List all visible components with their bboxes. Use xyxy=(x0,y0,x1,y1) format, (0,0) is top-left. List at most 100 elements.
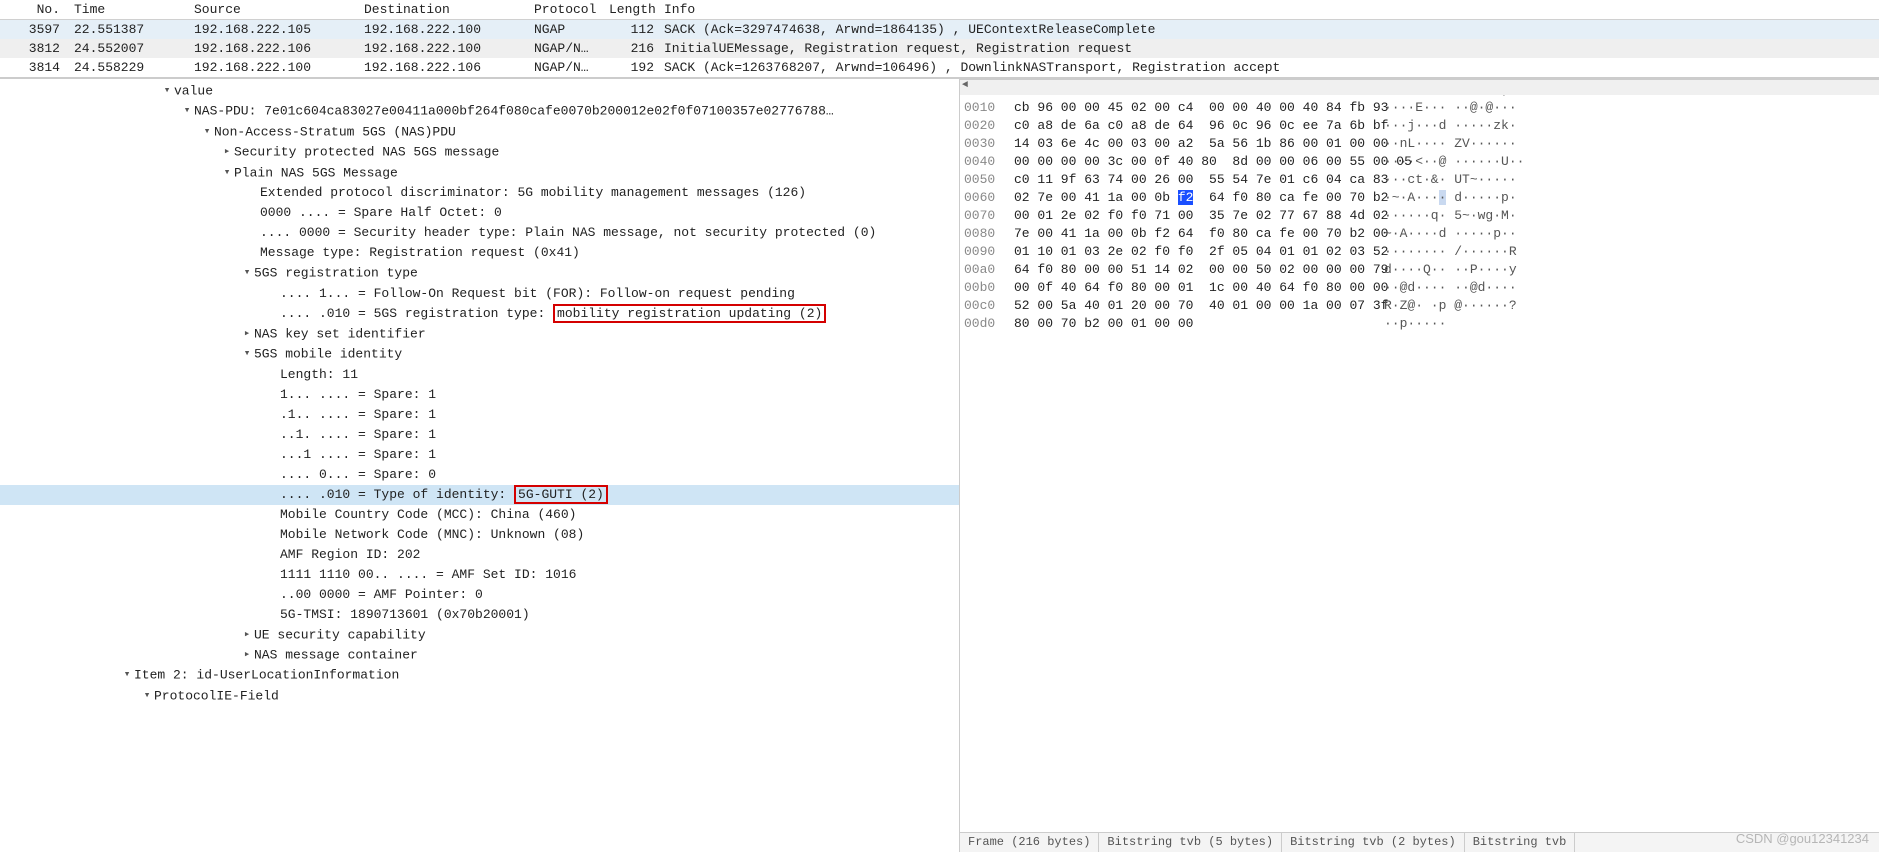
hex-offset: 0020 xyxy=(964,117,1014,135)
highlight-reg-type: mobility registration updating (2) xyxy=(553,304,826,323)
tree-amf-pointer[interactable]: ..00 0000 = AMF Pointer: 0 xyxy=(0,585,959,605)
hex-bytes: 52 00 5a 40 01 20 00 70 40 01 00 00 1a 0… xyxy=(1014,297,1384,315)
tree-5g-tmsi[interactable]: 5G-TMSI: 1890713601 (0x70b20001) xyxy=(0,605,959,625)
bytes-horizontal-scrollbar[interactable] xyxy=(960,79,1879,95)
packet-cell-no: 3814 xyxy=(0,58,70,77)
bytes-tab-bitstr5[interactable]: Bitstring tvb (5 bytes) xyxy=(1099,833,1282,852)
chevron-down-icon: ▾ xyxy=(240,263,254,283)
hex-ascii: ···j···d ·····zk· xyxy=(1384,117,1875,135)
bytes-tab-frame[interactable]: Frame (216 bytes) xyxy=(960,833,1099,852)
packet-row[interactable]: 381224.552007192.168.222.106192.168.222.… xyxy=(0,39,1879,58)
tree-item2-userloc[interactable]: ▾Item 2: id-UserLocationInformation xyxy=(0,665,959,685)
chevron-down-icon: ▾ xyxy=(180,101,194,121)
hex-row[interactable]: 00c052 00 5a 40 01 20 00 70 40 01 00 00 … xyxy=(964,297,1875,315)
packet-cell-len: 216 xyxy=(605,39,660,58)
tree-nas-stratum[interactable]: ▾Non-Access-Stratum 5GS (NAS)PDU xyxy=(0,122,959,142)
chevron-down-icon: ▾ xyxy=(160,81,174,101)
tree-nas-pdu[interactable]: ▾NAS-PDU: 7e01c604ca83027e00411a000bf264… xyxy=(0,101,959,121)
packet-cell-dst: 192.168.222.100 xyxy=(360,39,530,58)
hex-ascii: R·Z@· ·p @······? xyxy=(1384,297,1875,315)
col-header-time[interactable]: Time xyxy=(70,0,190,19)
tree-mi-spare1[interactable]: 1... .... = Spare: 1 xyxy=(0,385,959,405)
hex-bytes: 01 10 01 03 2e 02 f0 f0 2f 05 04 01 01 0… xyxy=(1014,243,1384,261)
col-header-destination[interactable]: Destination xyxy=(360,0,530,19)
tree-spare-half-octet[interactable]: 0000 .... = Spare Half Octet: 0 xyxy=(0,203,959,223)
tree-mcc[interactable]: Mobile Country Code (MCC): China (460) xyxy=(0,505,959,525)
col-header-source[interactable]: Source xyxy=(190,0,360,19)
hex-row[interactable]: 0020c0 a8 de 6a c0 a8 de 64 96 0c 96 0c … xyxy=(964,117,1875,135)
hex-row[interactable]: 009001 10 01 03 2e 02 f0 f0 2f 05 04 01 … xyxy=(964,243,1875,261)
hex-row[interactable]: 004000 00 00 00 3c 00 0f 40 80 8d 00 00 … xyxy=(964,153,1875,171)
highlight-identity-type: 5G-GUTI (2) xyxy=(514,485,608,504)
hex-offset: 0060 xyxy=(964,189,1014,207)
chevron-down-icon: ▾ xyxy=(220,163,234,183)
bytes-tab-bitstr2[interactable]: Bitstring tvb (2 bytes) xyxy=(1282,833,1465,852)
chevron-right-icon: ▸ xyxy=(240,625,254,645)
packet-row[interactable]: 381424.558229192.168.222.100192.168.222.… xyxy=(0,58,1879,77)
col-header-info[interactable]: Info xyxy=(660,0,1879,19)
chevron-right-icon: ▸ xyxy=(220,142,234,162)
hex-offset: 0040 xyxy=(964,153,1014,171)
hex-row[interactable]: 00d080 00 70 b2 00 01 00 00··p····· xyxy=(964,315,1875,333)
tree-mi-spare3[interactable]: ..1. .... = Spare: 1 xyxy=(0,425,959,445)
hex-row[interactable]: 006002 7e 00 41 1a 00 0b f2 64 f0 80 ca … xyxy=(964,189,1875,207)
tree-message-type[interactable]: Message type: Registration request (0x41… xyxy=(0,243,959,263)
packet-cell-proto: NGAP/N… xyxy=(530,39,605,58)
chevron-down-icon: ▾ xyxy=(240,344,254,364)
tree-mi-spare4[interactable]: ...1 .... = Spare: 1 xyxy=(0,445,959,465)
tree-ue-sec-cap[interactable]: ▸UE security capability xyxy=(0,625,959,645)
hex-row[interactable]: 0050c0 11 9f 63 74 00 26 00 55 54 7e 01 … xyxy=(964,171,1875,189)
tree-follow-on-req[interactable]: .... 1... = Follow-On Request bit (FOR):… xyxy=(0,284,959,304)
hex-row[interactable]: 0010cb 96 00 00 45 02 00 c4 00 00 40 00 … xyxy=(964,99,1875,117)
tree-mnc[interactable]: Mobile Network Code (MNC): Unknown (08) xyxy=(0,525,959,545)
packet-details-pane[interactable]: ▾value ▾NAS-PDU: 7e01c604ca83027e00411a0… xyxy=(0,79,960,852)
tree-plain-nas[interactable]: ▾Plain NAS 5GS Message xyxy=(0,163,959,183)
tree-ext-proto-disc[interactable]: Extended protocol discriminator: 5G mobi… xyxy=(0,183,959,203)
col-header-protocol[interactable]: Protocol xyxy=(530,0,605,19)
hex-bytes: 14 03 6e 4c 00 03 00 a2 5a 56 1b 86 00 0… xyxy=(1014,135,1384,153)
hex-ascii: ···ct·&· UT~····· xyxy=(1384,171,1875,189)
packet-list[interactable]: No. Time Source Destination Protocol Len… xyxy=(0,0,1879,78)
hex-row[interactable]: 007000 01 2e 02 f0 f0 71 00 35 7e 02 77 … xyxy=(964,207,1875,225)
col-header-length[interactable]: Length xyxy=(605,0,660,19)
hex-ascii: ······q· 5~·wg·M· xyxy=(1384,207,1875,225)
hex-row[interactable]: 003014 03 6e 4c 00 03 00 a2 5a 56 1b 86 … xyxy=(964,135,1875,153)
col-header-no[interactable]: No. xyxy=(0,0,70,19)
tree-type-of-identity[interactable]: .... .010 = Type of identity: 5G-GUTI (2… xyxy=(0,485,959,505)
packet-row[interactable]: 359722.551387192.168.222.105192.168.222.… xyxy=(0,20,1879,39)
tree-sec-protected[interactable]: ▸Security protected NAS 5GS message xyxy=(0,142,959,162)
tree-amf-set-id[interactable]: 1111 1110 00.. .... = AMF Set ID: 1016 xyxy=(0,565,959,585)
hex-row[interactable]: 00a064 f0 80 00 00 51 14 02 00 00 50 02 … xyxy=(964,261,1875,279)
tree-value[interactable]: ▾value xyxy=(0,81,959,101)
hex-bytes: cb 96 00 00 45 02 00 c4 00 00 40 00 40 8… xyxy=(1014,99,1384,117)
tree-5gs-reg-type[interactable]: ▾5GS registration type xyxy=(0,263,959,283)
hex-ascii: ··nL···· ZV······ xyxy=(1384,135,1875,153)
packet-cell-no: 3812 xyxy=(0,39,70,58)
hex-row[interactable]: 00807e 00 41 1a 00 0b f2 64 f0 80 ca fe … xyxy=(964,225,1875,243)
chevron-right-icon: ▸ xyxy=(240,324,254,344)
tree-amf-region[interactable]: AMF Region ID: 202 xyxy=(0,545,959,565)
tree-protocolie-field[interactable]: ▾ProtocolIE-Field xyxy=(0,686,959,706)
tree-nas-key-set[interactable]: ▸NAS key set identifier xyxy=(0,324,959,344)
hex-offset: 00d0 xyxy=(964,315,1014,333)
hex-bytes: 80 00 70 b2 00 01 00 00 xyxy=(1014,315,1384,333)
hex-ascii: ··@d···· ··@d···· xyxy=(1384,279,1875,297)
hex-bytes: 7e 00 41 1a 00 0b f2 64 f0 80 ca fe 00 7… xyxy=(1014,225,1384,243)
packet-cell-src: 192.168.222.106 xyxy=(190,39,360,58)
hex-bytes: 64 f0 80 00 00 51 14 02 00 00 50 02 00 0… xyxy=(1014,261,1384,279)
tree-mi-length[interactable]: Length: 11 xyxy=(0,365,959,385)
tree-mi-spare5[interactable]: .... 0... = Spare: 0 xyxy=(0,465,959,485)
packet-bytes-pane[interactable]: 000008 00 00 00 00 00 00 07 00 01 00 06 … xyxy=(960,79,1879,852)
tree-sec-header-type[interactable]: .... 0000 = Security header type: Plain … xyxy=(0,223,959,243)
tree-nas-msg-container[interactable]: ▸NAS message container xyxy=(0,645,959,665)
packet-list-header[interactable]: No. Time Source Destination Protocol Len… xyxy=(0,0,1879,20)
hex-row[interactable]: 00b000 0f 40 64 f0 80 00 01 1c 00 40 64 … xyxy=(964,279,1875,297)
packet-cell-dst: 192.168.222.100 xyxy=(360,20,530,39)
hex-offset: 0030 xyxy=(964,135,1014,153)
tree-5gs-reg-type-value[interactable]: .... .010 = 5GS registration type: mobil… xyxy=(0,304,959,324)
tree-5gs-mobile-identity[interactable]: ▾5GS mobile identity xyxy=(0,344,959,364)
tree-mi-spare2[interactable]: .1.. .... = Spare: 1 xyxy=(0,405,959,425)
hex-offset: 0080 xyxy=(964,225,1014,243)
bytes-tab-bitstr[interactable]: Bitstring tvb xyxy=(1465,833,1576,852)
chevron-right-icon: ▸ xyxy=(240,645,254,665)
